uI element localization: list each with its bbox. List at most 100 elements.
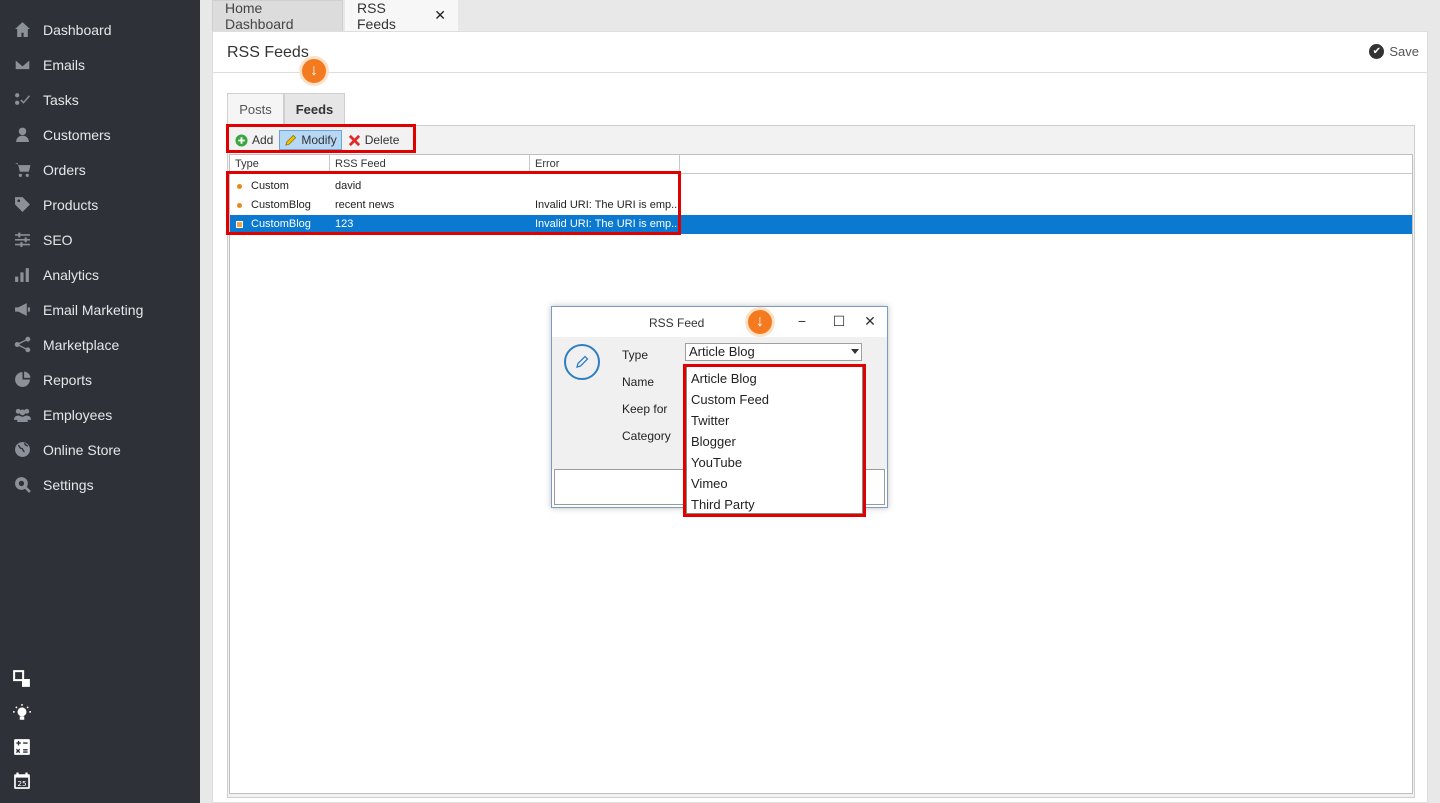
maximize-icon[interactable]: ☐: [831, 313, 847, 330]
cell-error: Invalid URI: The URI is emp...: [535, 218, 679, 230]
dropdown-option[interactable]: Blogger: [691, 434, 736, 449]
save-button[interactable]: ✔ Save: [1369, 44, 1419, 59]
lightbulb-icon[interactable]: [12, 703, 32, 723]
document-tabstrip: Home Dashboard RSS Feeds ✕: [200, 0, 1440, 32]
table-row-selected[interactable]: CustomBlog 123 Invalid URI: The URI is e…: [230, 215, 1412, 234]
column-rss-feed[interactable]: RSS Feed: [330, 155, 530, 174]
dropdown-option[interactable]: Article Blog: [691, 371, 757, 386]
tab-label: Home Dashboard: [225, 0, 294, 32]
dropdown-option[interactable]: Twitter: [691, 413, 729, 428]
sidebar-item-label: Email Marketing: [43, 301, 144, 318]
sidebar-item-orders[interactable]: Orders: [0, 152, 200, 187]
layout-icon[interactable]: [12, 669, 32, 689]
gear-search-icon: [12, 475, 32, 495]
type-dropdown-list: Article Blog Custom Feed Twitter Blogger…: [686, 366, 863, 514]
dropdown-option[interactable]: YouTube: [691, 455, 742, 470]
sliders-icon: [12, 230, 32, 250]
home-icon: [12, 20, 32, 40]
tasks-icon: [12, 90, 32, 110]
add-icon: [235, 133, 248, 147]
cell-feed: recent news: [335, 199, 395, 211]
modify-button[interactable]: Modify: [279, 130, 342, 150]
type-label: Type: [622, 348, 649, 362]
sidebar-item-employees[interactable]: Employees: [0, 397, 200, 432]
dropdown-option[interactable]: Vimeo: [691, 476, 728, 491]
globe-icon: [12, 440, 32, 460]
page-title: RSS Feeds: [227, 44, 309, 61]
sidebar-item-label: Products: [43, 196, 99, 213]
tab-posts[interactable]: Posts: [227, 93, 284, 125]
panel-header: RSS Feeds ✔ Save: [213, 32, 1427, 73]
tab-feeds[interactable]: Feeds: [284, 93, 345, 125]
delete-icon: [348, 134, 361, 147]
column-error[interactable]: Error: [530, 155, 680, 174]
sidebar-item-analytics[interactable]: Analytics: [0, 257, 200, 292]
sidebar-item-label: Emails: [43, 56, 86, 73]
save-label: Save: [1389, 44, 1419, 59]
sidebar-item-products[interactable]: Products: [0, 187, 200, 222]
keep-for-label: Keep for: [622, 402, 668, 416]
share-icon: [12, 335, 32, 355]
type-select[interactable]: Article Blog: [685, 343, 862, 361]
bar-chart-icon: [12, 265, 32, 285]
calendar-icon[interactable]: 25: [12, 771, 32, 791]
sidebar-item-dashboard[interactable]: Dashboard: [0, 12, 200, 47]
name-label: Name: [622, 375, 655, 389]
column-type[interactable]: Type: [230, 155, 330, 174]
arrow-down-badge-icon: ↓: [299, 56, 329, 86]
sidebar-item-label: Employees: [43, 406, 113, 423]
sidebar-item-reports[interactable]: Reports: [0, 362, 200, 397]
sidebar-item-marketplace[interactable]: Marketplace: [0, 327, 200, 362]
cart-icon: [12, 160, 32, 180]
category-label: Category: [622, 429, 671, 443]
sidebar-item-label: Tasks: [43, 91, 79, 108]
sidebar-item-online-store[interactable]: Online Store: [0, 432, 200, 467]
cell-error: Invalid URI: The URI is emp...: [535, 199, 679, 211]
tab-home-dashboard[interactable]: Home Dashboard: [212, 0, 343, 32]
calculator-icon[interactable]: [12, 737, 32, 757]
modify-label: Modify: [301, 133, 337, 147]
table-row[interactable]: Custom david: [230, 177, 1412, 196]
sidebar: Dashboard Emails Tasks Customers Orders …: [0, 0, 200, 803]
cell-type: CustomBlog: [251, 199, 311, 211]
sidebar-item-label: Reports: [43, 371, 93, 388]
sidebar-item-email-marketing[interactable]: Email Marketing: [0, 292, 200, 327]
envelope-icon: [12, 55, 32, 75]
dialog-title: RSS Feed: [649, 316, 705, 330]
calendar-day: 25: [17, 779, 26, 788]
sidebar-item-label: Settings: [43, 476, 94, 493]
user-icon: [12, 125, 32, 145]
users-icon: [12, 405, 32, 425]
minimize-icon[interactable]: −: [794, 313, 810, 329]
sidebar-item-label: Analytics: [43, 266, 100, 283]
feeds-toolbar: Add Modify Delete: [231, 128, 405, 152]
dropdown-option[interactable]: Third Party: [691, 497, 755, 512]
add-button[interactable]: Add: [231, 130, 277, 150]
sidebar-item-tasks[interactable]: Tasks: [0, 82, 200, 117]
sidebar-item-seo[interactable]: SEO: [0, 222, 200, 257]
pencil-icon: [564, 344, 600, 380]
sidebar-item-emails[interactable]: Emails: [0, 47, 200, 82]
grid-header: Type RSS Feed Error: [230, 155, 1412, 174]
tab-rss-feeds[interactable]: RSS Feeds ✕: [345, 0, 458, 32]
sidebar-item-label: Marketplace: [43, 336, 120, 353]
add-label: Add: [252, 133, 274, 147]
delete-label: Delete: [364, 133, 400, 147]
sidebar-item-label: Customers: [43, 126, 111, 143]
tab-label: RSS Feeds: [357, 0, 396, 32]
close-icon[interactable]: ✕: [434, 7, 446, 24]
sidebar-item-settings[interactable]: Settings: [0, 467, 200, 502]
close-icon[interactable]: ✕: [862, 313, 878, 330]
pie-chart-icon: [12, 370, 32, 390]
chevron-down-icon: [851, 349, 859, 354]
delete-button[interactable]: Delete: [344, 130, 404, 150]
table-row[interactable]: CustomBlog recent news Invalid URI: The …: [230, 196, 1412, 215]
sidebar-item-label: SEO: [43, 231, 73, 248]
cell-type: Custom: [251, 180, 289, 192]
sidebar-item-customers[interactable]: Customers: [0, 117, 200, 152]
dialog-titlebar: RSS Feed − ☐ ✕: [552, 307, 887, 337]
sidebar-item-label: Dashboard: [43, 21, 112, 38]
dropdown-option[interactable]: Custom Feed: [691, 392, 769, 407]
sidebar-item-label: Orders: [43, 161, 86, 178]
megaphone-icon: [12, 300, 32, 320]
